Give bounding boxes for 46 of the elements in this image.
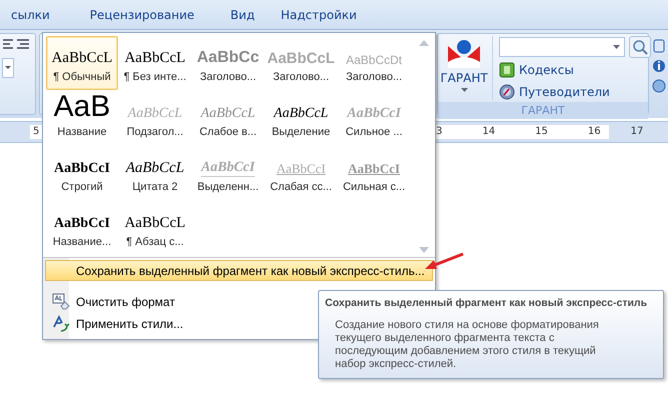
garant-link[interactable]: Кодексы <box>499 62 651 78</box>
style-option[interactable]: AaBbCcL ¶ Без инте... <box>119 36 191 90</box>
style-option[interactable]: AaBbCcI Сильное ... <box>338 91 410 145</box>
info-icon[interactable] <box>652 59 666 73</box>
ruler-number: 17 <box>630 126 644 137</box>
align-icon[interactable] <box>2 38 32 52</box>
search-combo-field[interactable] <box>499 37 625 57</box>
caret-icon <box>460 88 468 92</box>
ribbon-tab[interactable]: Вид <box>219 3 266 26</box>
ribbon-tab[interactable]: сылки <box>0 3 61 26</box>
style-option[interactable]: AaB Название <box>46 91 118 145</box>
ribbon-tab[interactable]: Рецензирование <box>78 3 206 26</box>
style-option[interactable]: AaBbCcL Слабое в... <box>192 91 264 145</box>
style-option[interactable]: AaBbCcL ¶ Обычный <box>46 36 118 90</box>
style-option[interactable]: AaBbCcI Выделенн... <box>192 146 264 200</box>
garant-link[interactable]: Путеводители <box>499 84 651 100</box>
tooltip-title: Сохранить выделенный фрагмент как новый экспресс-стиль <box>325 296 648 310</box>
style-option[interactable]: AaBbCcL Цитата 2 <box>119 146 191 200</box>
style-option[interactable]: AaBbCcL ¶ Абзац с... <box>119 201 191 255</box>
garant-logo <box>447 38 481 68</box>
group-label: ГАРАНТ <box>438 102 648 119</box>
style-option[interactable]: AaBbCcI Сильная с... <box>338 146 410 200</box>
style-option[interactable]: AaBbCc Заголово... <box>192 36 264 90</box>
menu-item[interactable]: Сохранить выделенный фрагмент как новый экспресс-стиль... <box>45 260 433 281</box>
ruler-number: 14 <box>482 126 496 138</box>
ribbon-tab[interactable]: Надстройки <box>270 3 368 26</box>
style-option[interactable]: AaBbCcI Строгий <box>46 146 118 200</box>
ruler-number: 15 <box>535 126 548 138</box>
book-icon <box>499 62 515 78</box>
compass-icon <box>499 84 515 100</box>
ruler-number: 5 <box>33 126 40 138</box>
eraser-icon <box>52 292 70 310</box>
style-option[interactable]: AaBbCcL Подзагол... <box>119 91 191 145</box>
style-option[interactable]: AaBbCcL Заголово... <box>265 36 337 90</box>
ruler-number: 16 <box>588 126 601 138</box>
style-option[interactable]: AaBbCcI Слабая сс... <box>265 146 337 200</box>
garant-button[interactable]: ГАРАНТ <box>442 36 486 100</box>
tooltip-text: Создание нового стиля на основе форматирования текущего выделенного фрагмента текста с последующим добавлением этого стиля в текущий набор экспресс-стилей. <box>334 319 600 371</box>
style-option[interactable]: AaBbCcI Название... <box>46 201 118 255</box>
dropdown-caret-icon[interactable] <box>613 45 620 49</box>
dropdown-icon[interactable] <box>2 58 14 78</box>
styles-icon <box>52 314 70 332</box>
search-button[interactable] <box>629 36 651 58</box>
style-option[interactable]: AaBbCcL Выделение <box>265 91 337 145</box>
style-option[interactable]: AaBbCcDt Заголово... <box>338 36 410 90</box>
ruler-number: 3 <box>436 126 442 138</box>
